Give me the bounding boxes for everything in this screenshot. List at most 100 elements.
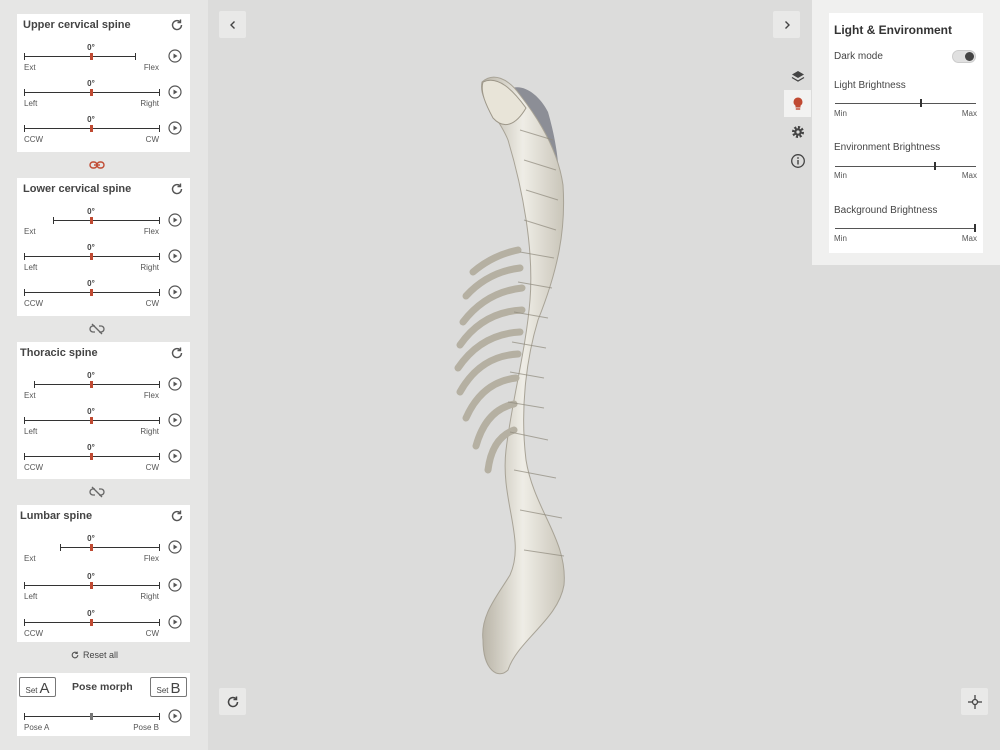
dark-mode-toggle[interactable] — [952, 50, 976, 63]
rotation-slider[interactable]: 0° CCW CW — [17, 279, 190, 313]
spine-model-image[interactable] — [208, 0, 812, 750]
ext-flex-slider[interactable]: 0° Ext Flex — [17, 207, 190, 241]
light-button[interactable] — [784, 90, 811, 117]
play-icon[interactable] — [168, 709, 182, 723]
3d-viewport[interactable] — [208, 0, 812, 750]
rotation-slider[interactable]: 0° CCW CW — [17, 609, 190, 643]
light-brightness-label: Light Brightness — [834, 80, 906, 91]
ext-flex-slider[interactable]: 0° Ext Flex — [17, 43, 190, 77]
play-icon[interactable] — [168, 285, 182, 299]
slider-knob[interactable] — [90, 417, 93, 424]
slider-knob[interactable] — [90, 89, 93, 96]
slider-knob[interactable] — [90, 453, 93, 460]
angle-value: 0° — [87, 207, 95, 216]
slider-max-label: Flex — [143, 227, 159, 236]
rotate-icon — [227, 696, 238, 707]
slider-knob[interactable] — [919, 99, 922, 107]
slider-max-label: CW — [145, 299, 159, 308]
slider-min-label: Ext — [24, 391, 36, 400]
slider-max-label: Max — [961, 109, 977, 118]
slider-knob[interactable] — [90, 582, 93, 589]
reset-all-label: Reset all — [83, 650, 119, 660]
slider-min-label: Left — [24, 263, 38, 272]
unlink-icon[interactable] — [89, 486, 105, 498]
play-icon[interactable] — [168, 213, 182, 227]
link-icon[interactable] — [89, 159, 105, 171]
left-right-slider[interactable]: 0° Left Right — [17, 243, 190, 277]
ext-flex-slider[interactable]: 0° Ext Flex — [17, 534, 190, 568]
play-icon[interactable] — [168, 578, 182, 592]
info-button[interactable] — [784, 147, 811, 174]
slider-min-label: Left — [24, 99, 38, 108]
collapse-right-button[interactable] — [773, 11, 800, 38]
dark-mode-label: Dark mode — [834, 51, 883, 62]
play-icon[interactable] — [168, 615, 182, 629]
slider-min-label: Left — [24, 427, 38, 436]
environment-brightness-slider[interactable] — [835, 166, 976, 167]
slider-track[interactable] — [53, 216, 160, 225]
pose-morph-card: Set A Pose morph Set B Pose A Pose B — [17, 673, 190, 736]
rotation-slider[interactable]: 0° CCW CW — [17, 443, 190, 477]
left-right-slider[interactable]: 0° Left Right — [17, 79, 190, 113]
slider-max-label: Max — [961, 171, 977, 180]
collapse-left-button[interactable] — [219, 11, 246, 38]
pose-morph-slider[interactable]: Pose A Pose B — [17, 703, 190, 737]
chevron-right-icon — [784, 20, 790, 29]
play-icon[interactable] — [168, 249, 182, 263]
slider-knob[interactable] — [90, 713, 93, 720]
set-b-letter: B — [170, 680, 181, 697]
set-b-prefix: Set — [156, 686, 169, 695]
slider-knob[interactable] — [90, 53, 93, 60]
reset-icon[interactable] — [169, 17, 185, 33]
angle-value: 0° — [87, 371, 95, 380]
lower-cervical-card: Lower cervical spine 0° Ext Flex 0° Left… — [17, 178, 190, 316]
left-right-slider[interactable]: 0° Left Right — [17, 572, 190, 606]
angle-value: 0° — [87, 443, 95, 452]
slider-knob[interactable] — [90, 619, 93, 626]
play-icon[interactable] — [168, 377, 182, 391]
set-a-letter: A — [39, 680, 50, 697]
background-brightness-slider[interactable] — [835, 228, 976, 229]
spine-controls-panel: Upper cervical spine 0° Ext Flex 0° Left… — [0, 0, 208, 750]
slider-min-label: Ext — [24, 63, 36, 72]
slider-track[interactable] — [60, 543, 160, 552]
slider-knob[interactable] — [90, 125, 93, 132]
play-icon[interactable] — [168, 449, 182, 463]
settings-button[interactable] — [784, 118, 811, 145]
slider-track[interactable] — [34, 380, 160, 389]
play-icon[interactable] — [168, 413, 182, 427]
ext-flex-slider[interactable]: 0° Ext Flex — [17, 371, 190, 405]
layers-button[interactable] — [784, 63, 811, 90]
play-icon[interactable] — [168, 121, 182, 135]
slider-knob[interactable] — [90, 544, 93, 551]
play-icon[interactable] — [168, 49, 182, 63]
angle-value: 0° — [87, 609, 95, 618]
slider-knob[interactable] — [90, 217, 93, 224]
slider-knob[interactable] — [933, 162, 936, 170]
slider-min-label: Min — [834, 234, 847, 243]
slider-track[interactable] — [24, 52, 136, 61]
reset-all-button[interactable]: Reset all — [70, 650, 118, 660]
center-view-button[interactable] — [961, 688, 988, 715]
slider-knob[interactable] — [90, 289, 93, 296]
play-icon[interactable] — [168, 85, 182, 99]
slider-max-label: Flex — [143, 63, 159, 72]
slider-min-label: Min — [834, 109, 847, 118]
slider-knob[interactable] — [90, 253, 93, 260]
reset-icon[interactable] — [169, 345, 185, 361]
play-icon[interactable] — [168, 540, 182, 554]
background-brightness-label: Background Brightness — [834, 205, 938, 216]
angle-value: 0° — [87, 243, 95, 252]
light-brightness-slider[interactable] — [835, 103, 976, 104]
unlink-icon[interactable] — [89, 323, 105, 335]
reset-icon[interactable] — [169, 508, 185, 524]
angle-value: 0° — [87, 43, 95, 52]
reset-view-button[interactable] — [219, 688, 246, 715]
left-right-slider[interactable]: 0° Left Right — [17, 407, 190, 441]
set-a-button[interactable]: Set A — [19, 677, 56, 697]
set-b-button[interactable]: Set B — [150, 677, 187, 697]
slider-knob[interactable] — [974, 224, 976, 232]
reset-icon[interactable] — [169, 181, 185, 197]
rotation-slider[interactable]: 0° CCW CW — [17, 115, 190, 149]
slider-knob[interactable] — [90, 381, 93, 388]
